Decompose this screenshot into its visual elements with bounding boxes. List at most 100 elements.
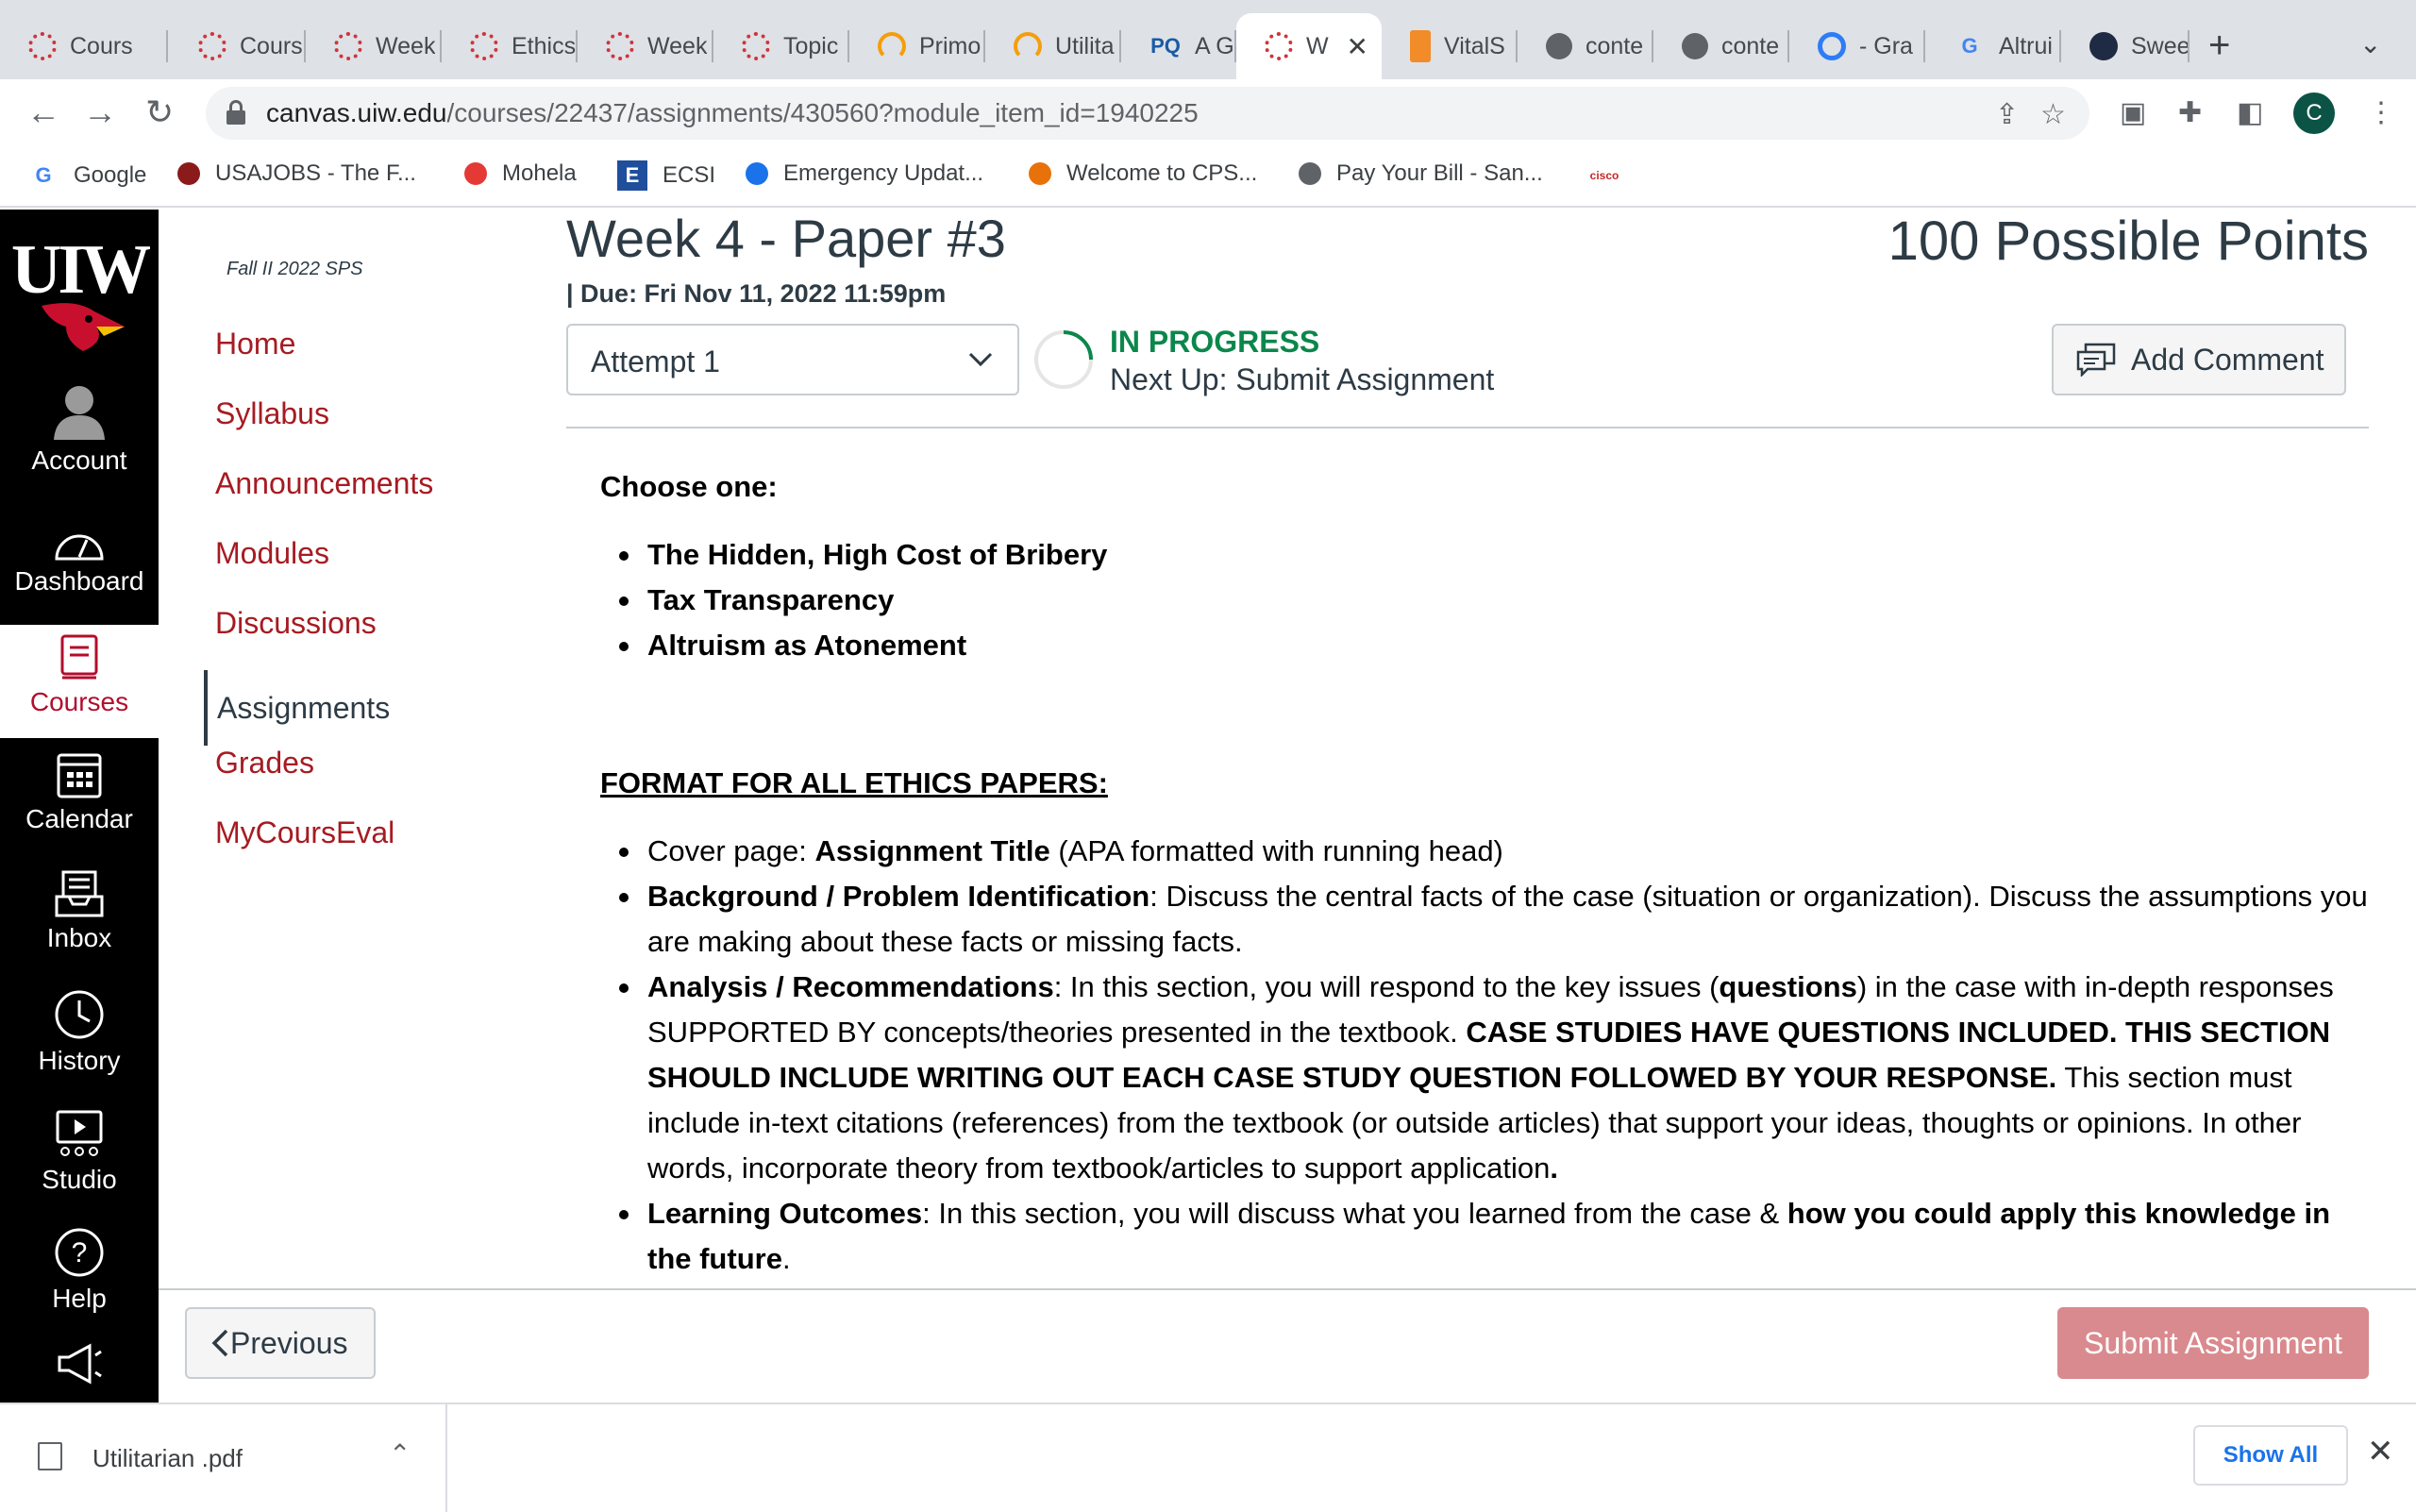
browser-tab-strip: + ⌄ Cours Cours Week Ethics Week Topic Primo Ut… bbox=[0, 0, 2416, 79]
extension-r-icon[interactable]: ▣ bbox=[2120, 96, 2146, 129]
help-icon: ? bbox=[55, 1228, 104, 1277]
grammarly-icon bbox=[1818, 32, 1846, 60]
format-item: Analysis / Recommendations: In this sect… bbox=[600, 965, 2374, 1191]
nav-help[interactable]: ? Help bbox=[0, 1227, 159, 1314]
bookmark-item[interactable]: G Google bbox=[28, 160, 146, 191]
url-text[interactable]: canvas.uiw.edu/courses/22437/assignments… bbox=[266, 98, 1199, 128]
vitalsource-icon bbox=[1410, 30, 1431, 62]
calendar-icon bbox=[57, 753, 102, 798]
nav-inbox[interactable]: Inbox bbox=[0, 870, 159, 953]
globe-icon bbox=[1682, 33, 1708, 59]
browser-tab[interactable]: Cours bbox=[170, 13, 306, 79]
bookmark-item[interactable]: Emergency Updat... bbox=[746, 160, 983, 187]
chevron-down-icon bbox=[968, 352, 993, 367]
assignment-footer: Previous Submit Assignment bbox=[159, 1288, 2416, 1402]
browser-tab[interactable]: Topic bbox=[713, 13, 849, 79]
bookmark-item[interactable]: Pay Your Bill - San... bbox=[1299, 160, 1543, 187]
google-icon: G bbox=[1961, 34, 1978, 58]
browser-tab[interactable]: conte bbox=[1653, 13, 1789, 79]
browser-tab[interactable]: Week bbox=[578, 13, 713, 79]
format-list: Cover page: Assignment Title (APA format… bbox=[600, 829, 2374, 1282]
course-nav-discussions[interactable]: Discussions bbox=[215, 606, 377, 641]
nav-announcements-megaphone[interactable] bbox=[0, 1342, 159, 1391]
course-nav-home[interactable]: Home bbox=[215, 327, 295, 361]
cps-icon bbox=[1029, 162, 1051, 185]
nav-courses[interactable]: Courses bbox=[0, 625, 159, 738]
uiw-logo[interactable]: UIW bbox=[0, 230, 159, 351]
browser-tab[interactable]: VitalS bbox=[1382, 13, 1518, 79]
nav-studio[interactable]: Studio bbox=[0, 1108, 159, 1195]
browser-tab[interactable]: - Gra bbox=[1789, 13, 1925, 79]
address-bar[interactable]: canvas.uiw.edu/courses/22437/assignments… bbox=[206, 87, 2089, 140]
choice-item: Tax Transparency bbox=[600, 578, 1107, 623]
chrome-menu-icon[interactable]: ⋮ bbox=[2367, 96, 2395, 129]
browser-tab-title: A Gro bbox=[1195, 32, 1236, 59]
show-all-button[interactable]: Show All bbox=[2193, 1425, 2348, 1486]
course-nav-assignments[interactable]: Assignments bbox=[204, 670, 390, 746]
forward-arrow-icon[interactable]: → bbox=[83, 92, 117, 132]
back-arrow-icon[interactable]: ← bbox=[26, 92, 60, 132]
choice-item: The Hidden, High Cost of Bribery bbox=[600, 532, 1107, 578]
bookmark-label: Google bbox=[74, 162, 147, 188]
share-icon[interactable]: ⇪ bbox=[1995, 98, 2019, 131]
nav-history[interactable]: History bbox=[0, 989, 159, 1076]
browser-tab[interactable]: Primo bbox=[849, 13, 985, 79]
studio-icon bbox=[56, 1110, 103, 1156]
browser-tab[interactable]: Ethics bbox=[442, 13, 578, 79]
header-divider bbox=[566, 427, 2369, 428]
course-nav-grades[interactable]: Grades bbox=[215, 746, 314, 781]
account-icon bbox=[54, 386, 105, 440]
course-nav-mycourseval[interactable]: MyCoursEval bbox=[215, 815, 394, 850]
browser-tab[interactable]: Week bbox=[306, 13, 442, 79]
bookmark-item[interactable]: E ECSI bbox=[617, 160, 715, 191]
tab-search-chevron-icon[interactable]: ⌄ bbox=[2359, 28, 2381, 59]
download-item[interactable]: Utilitarian .pdf ⌃ bbox=[0, 1404, 447, 1512]
browser-tab[interactable]: conte bbox=[1518, 13, 1653, 79]
browser-tab-title: conte bbox=[1721, 32, 1780, 59]
progress-ring-icon bbox=[1034, 330, 1093, 389]
pdf-file-icon bbox=[38, 1442, 62, 1470]
course-nav-announcements[interactable]: Announcements bbox=[215, 466, 433, 501]
browser-tab[interactable]: Swee bbox=[2061, 13, 2190, 79]
attempt-select[interactable]: Attempt 1 bbox=[566, 324, 1019, 395]
side-panel-icon[interactable]: ◧ bbox=[2237, 96, 2263, 129]
profile-avatar[interactable]: C bbox=[2293, 92, 2335, 134]
canvas-icon bbox=[28, 32, 57, 60]
badge-icon bbox=[2089, 32, 2118, 60]
canvas-icon bbox=[334, 32, 362, 60]
bookmarks-bar: G Google USAJOBS - The F... Mohela E ECSI Emer… bbox=[0, 147, 2416, 208]
next-up-text: Next Up: Submit Assignment bbox=[1110, 362, 1495, 396]
primo-icon bbox=[878, 32, 906, 60]
browser-tab-active[interactable]: W ✕ bbox=[1236, 13, 1382, 79]
chevron-up-icon[interactable]: ⌃ bbox=[389, 1438, 411, 1470]
bookmark-item[interactable]: USAJOBS - The F... bbox=[177, 160, 416, 187]
tab-close-icon[interactable]: ✕ bbox=[1347, 31, 1368, 62]
bookmark-item[interactable]: Welcome to CPS... bbox=[1029, 160, 1257, 187]
nav-account[interactable]: Account bbox=[0, 381, 159, 476]
canvas-icon bbox=[470, 32, 498, 60]
nav-calendar[interactable]: Calendar bbox=[0, 749, 159, 834]
comment-icon bbox=[2076, 343, 2116, 377]
bookmark-item[interactable]: Mohela bbox=[464, 160, 577, 187]
course-nav-modules[interactable]: Modules bbox=[215, 536, 329, 571]
download-filename: Utilitarian .pdf bbox=[92, 1444, 243, 1472]
course-nav-syllabus[interactable]: Syllabus bbox=[215, 396, 329, 431]
browser-tab[interactable]: Utilita bbox=[985, 13, 1121, 79]
new-tab-button[interactable]: + bbox=[2208, 25, 2230, 67]
browser-tab[interactable]: PQ A Gro bbox=[1121, 13, 1236, 79]
globe-icon bbox=[1546, 33, 1572, 59]
reload-icon[interactable]: ↻ bbox=[145, 92, 174, 132]
submission-status: IN PROGRESS bbox=[1110, 325, 1320, 359]
close-icon[interactable]: ✕ bbox=[2367, 1433, 2394, 1470]
extensions-puzzle-icon[interactable]: ✚ bbox=[2178, 96, 2202, 129]
browser-tab[interactable]: Cours bbox=[0, 13, 168, 79]
due-date: | Due: Fri Nov 11, 2022 11:59pm bbox=[566, 279, 947, 308]
submit-assignment-button[interactable]: Submit Assignment bbox=[2057, 1307, 2369, 1379]
nav-dashboard[interactable]: Dashboard bbox=[0, 527, 159, 596]
previous-button[interactable]: Previous bbox=[185, 1307, 376, 1379]
bookmark-item[interactable]: cisco bbox=[1589, 160, 1635, 191]
browser-tab[interactable]: G Altrui bbox=[1925, 13, 2061, 79]
add-comment-button[interactable]: Add Comment bbox=[2052, 324, 2346, 395]
bookmark-star-icon[interactable]: ☆ bbox=[2040, 98, 2066, 131]
browser-toolbar: ← → ↻ canvas.uiw.edu/courses/22437/assig… bbox=[0, 79, 2416, 147]
